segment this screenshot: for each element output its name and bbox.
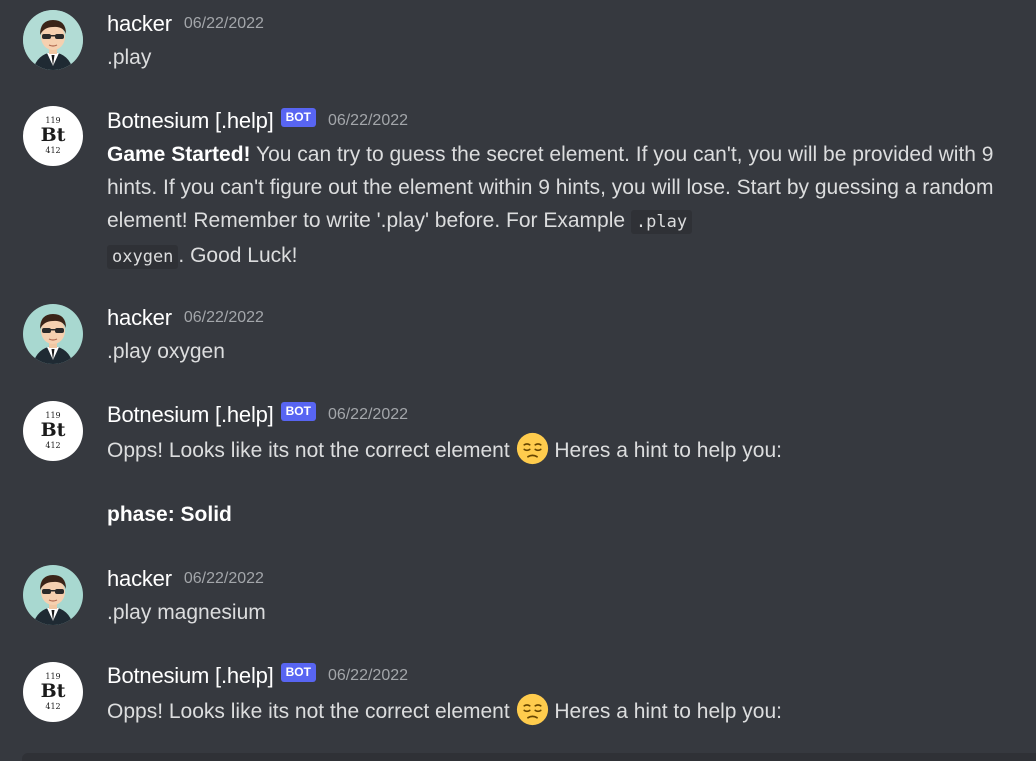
hacker-avatar-icon: [23, 10, 83, 70]
user-avatar[interactable]: [23, 565, 83, 625]
timestamp: 06/22/2022: [327, 406, 409, 423]
bot-avatar[interactable]: 119 Bt 412: [23, 662, 83, 722]
timestamp: 06/22/2022: [327, 667, 409, 684]
username[interactable]: Botnesium [.help]: [107, 402, 274, 428]
message-item: 119 Bt 412 Botnesium [.help] BOT 06/22/2…: [0, 392, 1036, 542]
message-text: .play oxygen: [107, 340, 225, 363]
username[interactable]: hacker: [107, 305, 172, 331]
pensive-face-icon: [516, 432, 548, 465]
message-content: Opps! Looks like its not the correct ele…: [107, 432, 1007, 467]
username[interactable]: Botnesium [.help]: [107, 108, 274, 134]
timestamp: 06/22/2022: [183, 15, 264, 32]
hacker-avatar-icon: [23, 565, 83, 625]
message-text: .play: [107, 46, 152, 69]
bot-badge: BOT: [280, 107, 316, 127]
bot-badge: BOT: [280, 662, 316, 682]
username[interactable]: hacker: [107, 566, 172, 592]
user-avatar[interactable]: [23, 10, 83, 70]
avatar-symbol: Bt: [40, 419, 66, 441]
username[interactable]: hacker: [107, 11, 172, 37]
inline-code: .play: [630, 210, 693, 234]
avatar-mass: 412: [45, 702, 61, 711]
message-item: hacker 06/22/2022 .play: [0, 0, 1036, 80]
hint-text: phase: Solid: [107, 498, 1007, 531]
message-item: 119 Bt 412 Botnesium [.help] BOT 06/22/2…: [0, 653, 1036, 753]
timestamp: 06/22/2022: [183, 309, 264, 326]
embed-preview: [22, 753, 1036, 761]
inline-code: oxygen: [107, 245, 179, 269]
hint-phase: phase: Solid: [107, 503, 232, 526]
bot-avatar[interactable]: 119 Bt 412: [23, 106, 83, 166]
avatar-symbol: Bt: [40, 680, 66, 702]
message-content: Opps! Looks like its not the correct ele…: [107, 693, 1007, 728]
message-text: Opps! Looks like its not the correct ele…: [107, 700, 516, 723]
message-content: Game Started! You can try to guess the s…: [107, 138, 997, 274]
message-item: hacker 06/22/2022 .play oxygen: [0, 295, 1036, 375]
hacker-avatar-icon: [23, 304, 83, 364]
message-item: 119 Bt 412 Botnesium [.help] BOT 06/22/2…: [0, 100, 1036, 275]
message-text: .play magnesium: [107, 601, 266, 624]
avatar-mass: 412: [45, 146, 61, 155]
avatar-mass: 412: [45, 441, 61, 450]
username[interactable]: Botnesium [.help]: [107, 663, 274, 689]
timestamp: 06/22/2022: [183, 570, 264, 587]
bold-prefix: Game Started!: [107, 143, 251, 166]
message-text: Opps! Looks like its not the correct ele…: [107, 439, 516, 462]
message-item: hacker 06/22/2022 .play magnesium: [0, 556, 1036, 636]
message-content: .play oxygen: [107, 335, 1007, 368]
bot-badge: BOT: [280, 401, 316, 421]
pensive-face-icon: [516, 693, 548, 726]
timestamp: 06/22/2022: [327, 112, 409, 129]
user-avatar[interactable]: [23, 304, 83, 364]
message-content: .play magnesium: [107, 596, 1007, 629]
message-text: . Good Luck!: [178, 244, 298, 267]
message-content: .play: [107, 41, 1007, 74]
message-text: Heres a hint to help you:: [548, 700, 783, 723]
avatar-symbol: Bt: [40, 124, 66, 146]
bot-avatar[interactable]: 119 Bt 412: [23, 401, 83, 461]
message-text: Heres a hint to help you:: [548, 439, 783, 462]
chat-messages: hacker 06/22/2022 .play 119 Bt 412 Botne…: [0, 0, 1036, 761]
